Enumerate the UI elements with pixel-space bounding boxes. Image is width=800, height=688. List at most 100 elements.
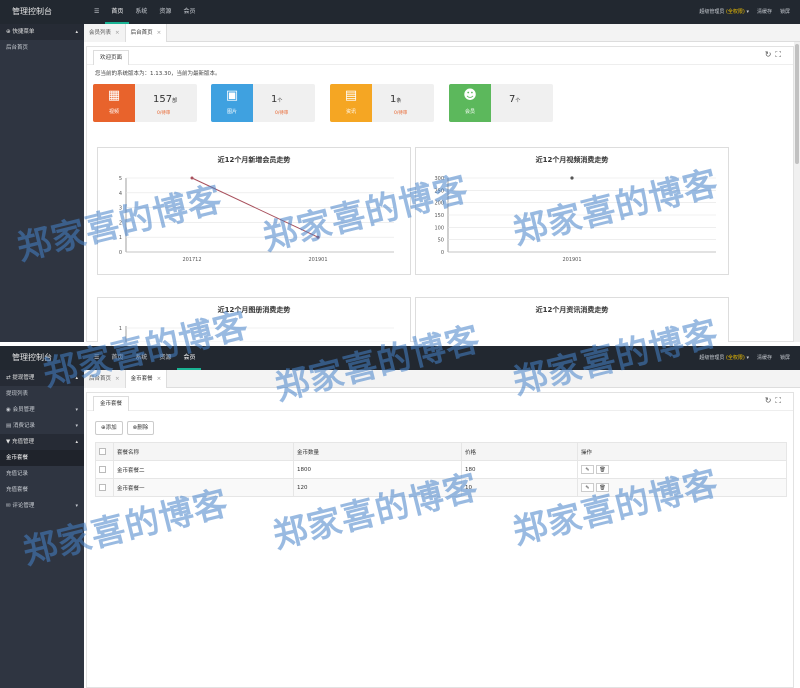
stat-card[interactable]: ▣ 图片 1个 0/待审 (211, 84, 315, 122)
trash-icon[interactable]: 🗑 (596, 465, 609, 474)
nav-home[interactable]: 首页 (105, 0, 130, 24)
menu-toggle-icon[interactable]: ☰ (88, 346, 105, 370)
row-checkbox[interactable] (99, 466, 106, 473)
caret-icon: ▾ (75, 503, 78, 509)
sidebar-item[interactable]: ◉ 会员管理 ▾ (0, 402, 84, 418)
trash-icon[interactable]: 🗑 (596, 483, 609, 492)
film-icon: ▦ (107, 88, 121, 103)
sidebar-item-home[interactable]: 后台首页 (0, 40, 84, 56)
sidebar-item-label: 充值记录 (6, 471, 29, 477)
sidebar-item[interactable]: 金币套餐 (0, 450, 84, 466)
top-bar: 管理控制台 ☰ 首页 系统 资源 会员 超级管理员 (全权限) ▾ 清缓存 锁屏 (0, 0, 800, 24)
y-tick-label: 100 (434, 225, 444, 231)
stat-card[interactable]: ▦ 视频 157部 0/待审 (93, 84, 197, 122)
sidebar: ⇄ 提现管理 ▴ 提现列表 ◉ 会员管理 ▾ ▤ 消费记录 ▾ ▼ 充值管理 ▴ 金币套餐充值记录… (0, 370, 84, 688)
y-tick-label: 150 (434, 213, 444, 219)
tab-member-list[interactable]: 会员列表 × (84, 24, 126, 42)
stat-card[interactable]: ▤ 资讯 1条 0/待审 (330, 84, 434, 122)
row-select-cell[interactable] (95, 460, 114, 479)
nav-resources[interactable]: 资源 (153, 346, 177, 370)
table-row[interactable]: 金币套餐二 1800 180 ✎ 🗑 (95, 460, 787, 479)
sidebar-item[interactable]: ⇄ 提现管理 ▴ (0, 370, 84, 386)
close-icon[interactable]: × (157, 376, 162, 382)
stat-card[interactable]: ☻ 会员 7个 (449, 84, 553, 122)
sidebar-item-label: 提现列表 (6, 391, 29, 397)
close-icon[interactable]: × (157, 30, 162, 36)
panel-tab-coin-packages[interactable]: 金币套餐 (93, 396, 130, 411)
y-tick-label: 5 (119, 176, 122, 182)
scrollbar-thumb[interactable] (795, 44, 799, 164)
delete-button[interactable]: ⊗删除 (126, 421, 155, 435)
y-tick-label: 1 (119, 326, 122, 332)
refresh-icon[interactable]: ↻ (765, 50, 776, 59)
coin-amount-cell: 1800 (293, 460, 462, 479)
admin-user-menu[interactable]: 超级管理员 (全权限) ▾ (699, 346, 749, 370)
panel-tools: ↻⛶ (765, 50, 785, 60)
tab-label: 金币套餐 (130, 376, 153, 382)
top-nav: ☰ 首页 系统 资源 会员 (88, 346, 202, 370)
data-point (190, 176, 194, 180)
stat-unit: 条 (396, 98, 402, 104)
sidebar-group-quick-menu[interactable]: ⊕ 快捷菜单 ▴ (0, 24, 84, 40)
row-select-cell[interactable] (95, 478, 114, 497)
sidebar-item[interactable]: ✉ 评论管理 ▾ (0, 498, 84, 514)
sidebar-item[interactable]: 充值记录 (0, 466, 84, 482)
sidebar-item[interactable]: ▼ 充值管理 ▴ (0, 434, 84, 450)
refresh-icon[interactable]: ↻ (765, 396, 776, 405)
top-right-menu: 超级管理员 (全权限) ▾ 清缓存 锁屏 (699, 0, 790, 24)
table-header-row: 套餐名称 金币数量 价格 操作 (95, 442, 787, 461)
sidebar-item[interactable]: ▤ 消费记录 ▾ (0, 418, 84, 434)
sidebar-item[interactable]: 提现列表 (0, 386, 84, 402)
close-icon[interactable]: × (115, 30, 120, 36)
clear-cache-link[interactable]: 清缓存 (757, 0, 772, 24)
package-name-cell: 金币套餐二 (113, 460, 294, 479)
edit-icon[interactable]: ✎ (581, 483, 594, 492)
edit-icon[interactable]: ✎ (581, 465, 594, 474)
lock-screen-link[interactable]: 锁屏 (780, 346, 790, 370)
tab-admin-home[interactable]: 后台首页 × (84, 370, 126, 388)
tab-admin-home[interactable]: 后台首页 × (125, 24, 168, 42)
row-checkbox[interactable] (99, 484, 106, 491)
y-tick-label: 3 (119, 206, 122, 212)
sidebar-item[interactable]: 充值套餐 (0, 482, 84, 498)
chart-title: 近12个月资讯消费走势 (535, 306, 609, 314)
nav-members[interactable]: 会员 (177, 346, 202, 370)
panel-tab-welcome[interactable]: 欢迎页面 (93, 50, 130, 65)
menu-toggle-icon[interactable]: ☰ (88, 0, 105, 24)
data-point (570, 176, 574, 180)
coin-amount-cell: 120 (293, 478, 462, 497)
sidebar-item-label: 会员管理 (12, 407, 35, 413)
y-tick-label: 50 (438, 238, 444, 244)
select-all-header[interactable] (95, 442, 114, 461)
nav-resources[interactable]: 资源 (153, 0, 177, 24)
nav-members[interactable]: 会员 (177, 0, 201, 24)
stat-icon-block: ☻ 会员 (449, 84, 491, 122)
nav-system[interactable]: 系统 (129, 0, 153, 24)
stat-label: 视频 (108, 109, 119, 115)
pending-review-link[interactable]: 0/待审 (394, 110, 407, 116)
admin-user-menu[interactable]: 超级管理员 (全权限) ▾ (699, 0, 749, 24)
column-header: 操作 (577, 442, 787, 461)
nav-system[interactable]: 系统 (129, 346, 153, 370)
tab-coin-packages[interactable]: 金币套餐 × (125, 370, 168, 388)
actions-cell: ✎ 🗑 (577, 460, 787, 479)
close-icon[interactable]: × (115, 376, 120, 382)
caret-up-icon: ▴ (75, 29, 78, 35)
select-all-checkbox[interactable] (99, 448, 106, 455)
lock-screen-link[interactable]: 锁屏 (780, 0, 790, 24)
fullscreen-icon[interactable]: ⛶ (775, 396, 785, 405)
chart-video-consumption: 近12个月视频消费走势 0 50 100 150 200 250 300 201901 (415, 147, 729, 275)
nav-home[interactable]: 首页 (105, 346, 129, 370)
add-button[interactable]: ⊕添加 (95, 421, 123, 435)
table-row[interactable]: 金币套餐一 120 10 ✎ 🗑 (95, 478, 787, 497)
clear-cache-link[interactable]: 清缓存 (757, 346, 772, 370)
pending-review-link[interactable]: 0/待审 (275, 110, 288, 116)
pending-review-link[interactable]: 0/待审 (157, 110, 170, 116)
stat-value: 157部 (153, 94, 177, 105)
sidebar-item-label: 消费记录 (12, 423, 35, 429)
document-icon: ▤ (344, 88, 358, 103)
stat-value: 1条 (390, 94, 401, 105)
fullscreen-icon[interactable]: ⛶ (775, 50, 785, 59)
vertical-scrollbar[interactable] (794, 42, 800, 342)
stat-unit: 个 (515, 98, 521, 104)
